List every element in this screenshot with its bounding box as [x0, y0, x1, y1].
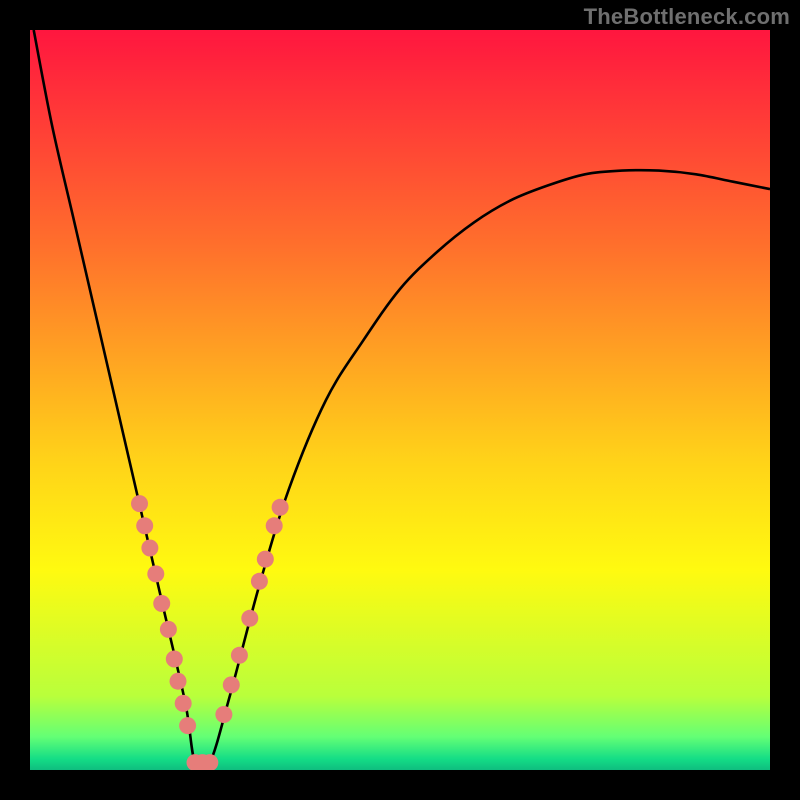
- data-point: [272, 499, 289, 516]
- data-point: [160, 621, 177, 638]
- data-point: [179, 717, 196, 734]
- data-point: [153, 595, 170, 612]
- data-point: [257, 551, 274, 568]
- data-point: [223, 676, 240, 693]
- chart-frame: TheBottleneck.com: [0, 0, 800, 800]
- data-point: [131, 495, 148, 512]
- data-point: [166, 651, 183, 668]
- watermark-text: TheBottleneck.com: [584, 4, 790, 30]
- data-point: [266, 517, 283, 534]
- scatter-right: [215, 499, 288, 723]
- scatter-bottom: [187, 754, 219, 770]
- curve-layer: [30, 30, 770, 770]
- data-point: [136, 517, 153, 534]
- data-point: [175, 695, 192, 712]
- data-point: [241, 610, 258, 627]
- data-point: [231, 647, 248, 664]
- data-point: [141, 540, 158, 557]
- border-right: [770, 0, 800, 800]
- bottleneck-curve: [34, 30, 770, 770]
- data-point: [147, 565, 164, 582]
- border-left: [0, 0, 30, 800]
- watermark-area: TheBottleneck.com: [0, 0, 800, 32]
- data-point: [170, 673, 187, 690]
- data-point: [251, 573, 268, 590]
- data-point: [215, 706, 232, 723]
- border-bottom: [0, 770, 800, 800]
- plot-area: [30, 30, 770, 770]
- scatter-left: [131, 495, 196, 734]
